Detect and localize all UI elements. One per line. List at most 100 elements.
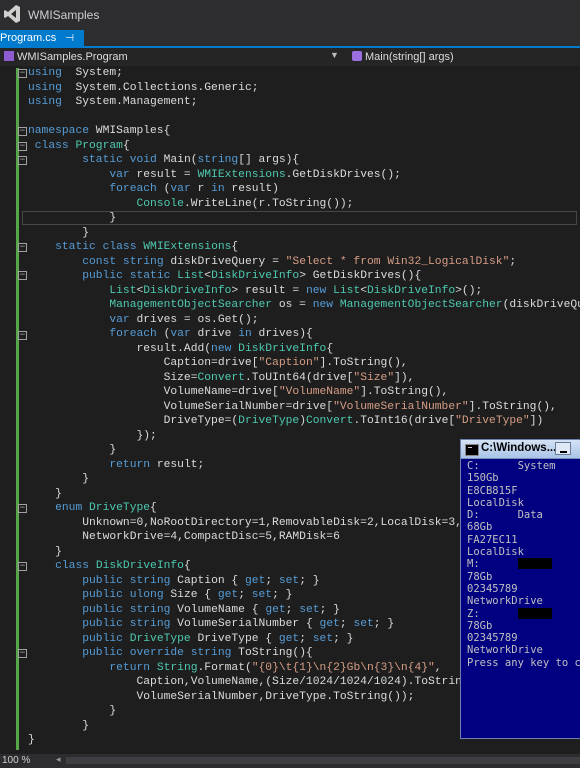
code-token: get (278, 632, 300, 645)
horizontal-scrollbar[interactable] (66, 757, 580, 764)
code-line[interactable]: namespace WMISamples{ (28, 124, 580, 139)
code-token: public (82, 574, 123, 587)
collapse-icon[interactable]: − (18, 504, 27, 513)
code-line[interactable]: Console.WriteLine(r.ToString()); (28, 197, 580, 212)
console-window[interactable]: C:\Windows... C: System 150Gb E8CB815F Loca… (460, 439, 580, 739)
code-token: drive (190, 328, 239, 340)
code-token: ; (339, 618, 354, 630)
console-line: 78Gb (467, 619, 493, 632)
scroll-left-icon[interactable]: ◂ (56, 754, 61, 765)
code-token: set (353, 618, 374, 630)
code-line[interactable]: static void Main(string[] args){ (28, 153, 580, 168)
code-token: ToString(){ (231, 647, 313, 659)
code-token: } (28, 226, 90, 239)
collapse-icon[interactable]: − (18, 156, 27, 165)
code-token: List (333, 284, 361, 297)
type-scope-label: WMISamples.Program (17, 51, 128, 63)
code-token: (diskDriveQuery); (502, 299, 580, 311)
type-scope-dropdown[interactable]: WMISamples.Program (0, 50, 345, 64)
code-token: ].ToString(), (360, 386, 449, 398)
tab-program-cs[interactable]: Program.cs ⊣ ✕ (0, 30, 84, 61)
code-line[interactable]: Size=Convert.ToUInt64(drive["Size"]), (28, 371, 580, 386)
code-token: "Select * from Win32_LogicalDisk" (285, 255, 510, 268)
code-token: Unknown=0,NoRootDirectory=1,RemovableDis… (28, 516, 462, 529)
console-line: C: System (467, 460, 556, 472)
collapse-icon[interactable]: − (18, 243, 27, 252)
code-token: ; (265, 574, 279, 587)
code-token: public (82, 603, 123, 616)
code-token: NetworkDrive=4,CompactDisc=5,RAMDisk=6 (28, 531, 340, 543)
code-token: DiskDriveInfo (95, 560, 184, 572)
code-line[interactable]: var result = WMIExtensions.GetDiskDrives… (28, 168, 580, 183)
code-line[interactable]: public static List<DiskDriveInfo> GetDis… (28, 269, 580, 284)
code-line[interactable]: } (28, 211, 580, 226)
code-line[interactable]: ManagementObjectSearcher os = new Manage… (28, 298, 580, 313)
code-line[interactable]: result.Add(new DiskDriveInfo{ (28, 342, 580, 357)
code-token: public (82, 647, 123, 659)
collapse-icon[interactable]: − (18, 142, 27, 151)
code-token: get (244, 574, 266, 587)
pin-icon[interactable]: ⊣ (65, 31, 74, 47)
code-token: < (360, 284, 368, 297)
code-line[interactable]: List<DiskDriveInfo> result = new List<Di… (28, 284, 580, 299)
code-token: result = (129, 168, 198, 181)
collapse-icon[interactable]: − (18, 69, 27, 78)
code-line[interactable] (28, 110, 580, 125)
code-token: } (28, 734, 35, 746)
collapse-icon[interactable]: − (18, 649, 27, 658)
collapse-icon[interactable]: − (18, 271, 27, 280)
code-token: WMISamples{ (89, 125, 171, 137)
code-token: foreach (109, 328, 157, 340)
minimize-button[interactable] (555, 442, 571, 455)
code-line[interactable]: DriveType=(DriveType)Convert.ToInt16(dri… (28, 414, 580, 429)
collapse-icon[interactable]: − (18, 331, 27, 340)
code-token: foreach (109, 183, 157, 195)
zoom-level[interactable]: 100 % (2, 755, 30, 766)
console-line: 78Gb (467, 570, 493, 583)
console-line: LocalDisk (467, 496, 524, 509)
code-line[interactable]: using System.Management; (28, 95, 580, 110)
code-line[interactable]: VolumeName=drive["VolumeName"].ToString(… (28, 385, 580, 400)
code-line[interactable]: class Program{ (28, 139, 580, 154)
code-token: Caption=drive[ (28, 357, 259, 369)
code-token: const (82, 255, 117, 268)
code-token: return (109, 458, 151, 471)
code-line[interactable]: Caption=drive["Caption"].ToString(), (28, 356, 580, 371)
chevron-down-icon[interactable]: ▼ (330, 50, 339, 60)
code-line[interactable]: foreach (var drive in drives){ (28, 327, 580, 342)
code-token: "Caption" (258, 357, 320, 369)
code-line[interactable]: using System; (28, 66, 580, 81)
code-line[interactable]: var drives = os.Get(); (28, 313, 580, 328)
method-icon (352, 51, 362, 61)
code-line[interactable]: foreach (var r in result) (28, 182, 580, 197)
title-bar: WMISamples (0, 0, 580, 30)
code-line[interactable]: VolumeSerialNumber=drive["VolumeSerialNu… (28, 400, 580, 415)
member-scope-dropdown[interactable]: Main(string[] args) (350, 50, 580, 64)
code-token: "VolumeSerialNumber" (333, 400, 469, 413)
code-token: DiskDriveInfo (143, 284, 232, 297)
code-token: VolumeSerialNumber { (170, 618, 320, 630)
collapse-icon[interactable]: − (18, 562, 27, 571)
code-line[interactable]: static class WMIExtensions{ (28, 240, 580, 255)
code-token: ]), (394, 371, 415, 384)
collapse-icon[interactable]: − (18, 127, 27, 136)
code-token: DiskDriveInfo (367, 284, 456, 297)
code-line[interactable]: const string diskDriveQuery = "Select * … (28, 255, 580, 270)
code-line[interactable]: } (28, 226, 580, 241)
code-token: "Size" (353, 371, 395, 384)
code-line[interactable]: using System.Collections.Generic; (28, 81, 580, 96)
code-token: VolumeSerialNumber,DriveType.ToString())… (28, 690, 415, 703)
